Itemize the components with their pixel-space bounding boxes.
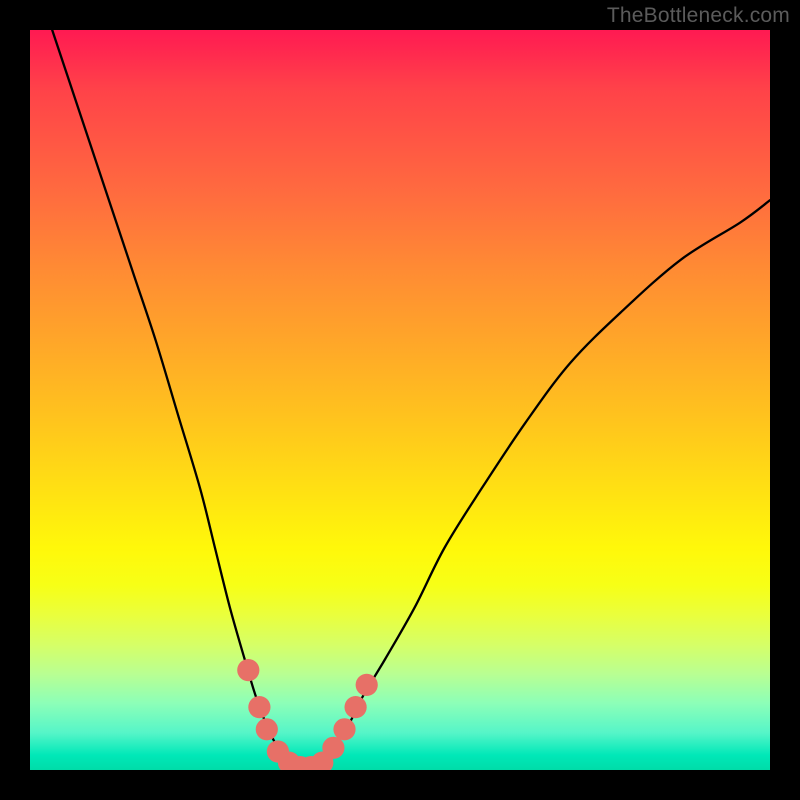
curve-marker [356,674,378,696]
curve-marker [237,659,259,681]
bottleneck-curve-path [52,30,770,769]
curve-marker [322,737,344,759]
chart-svg [30,30,770,770]
curve-marker [256,718,278,740]
chart-frame: TheBottleneck.com [0,0,800,800]
curve-marker [345,696,367,718]
plot-area [30,30,770,770]
curve-marker [248,696,270,718]
curve-marker [333,718,355,740]
watermark-text: TheBottleneck.com [607,4,790,28]
marker-group [237,659,378,770]
